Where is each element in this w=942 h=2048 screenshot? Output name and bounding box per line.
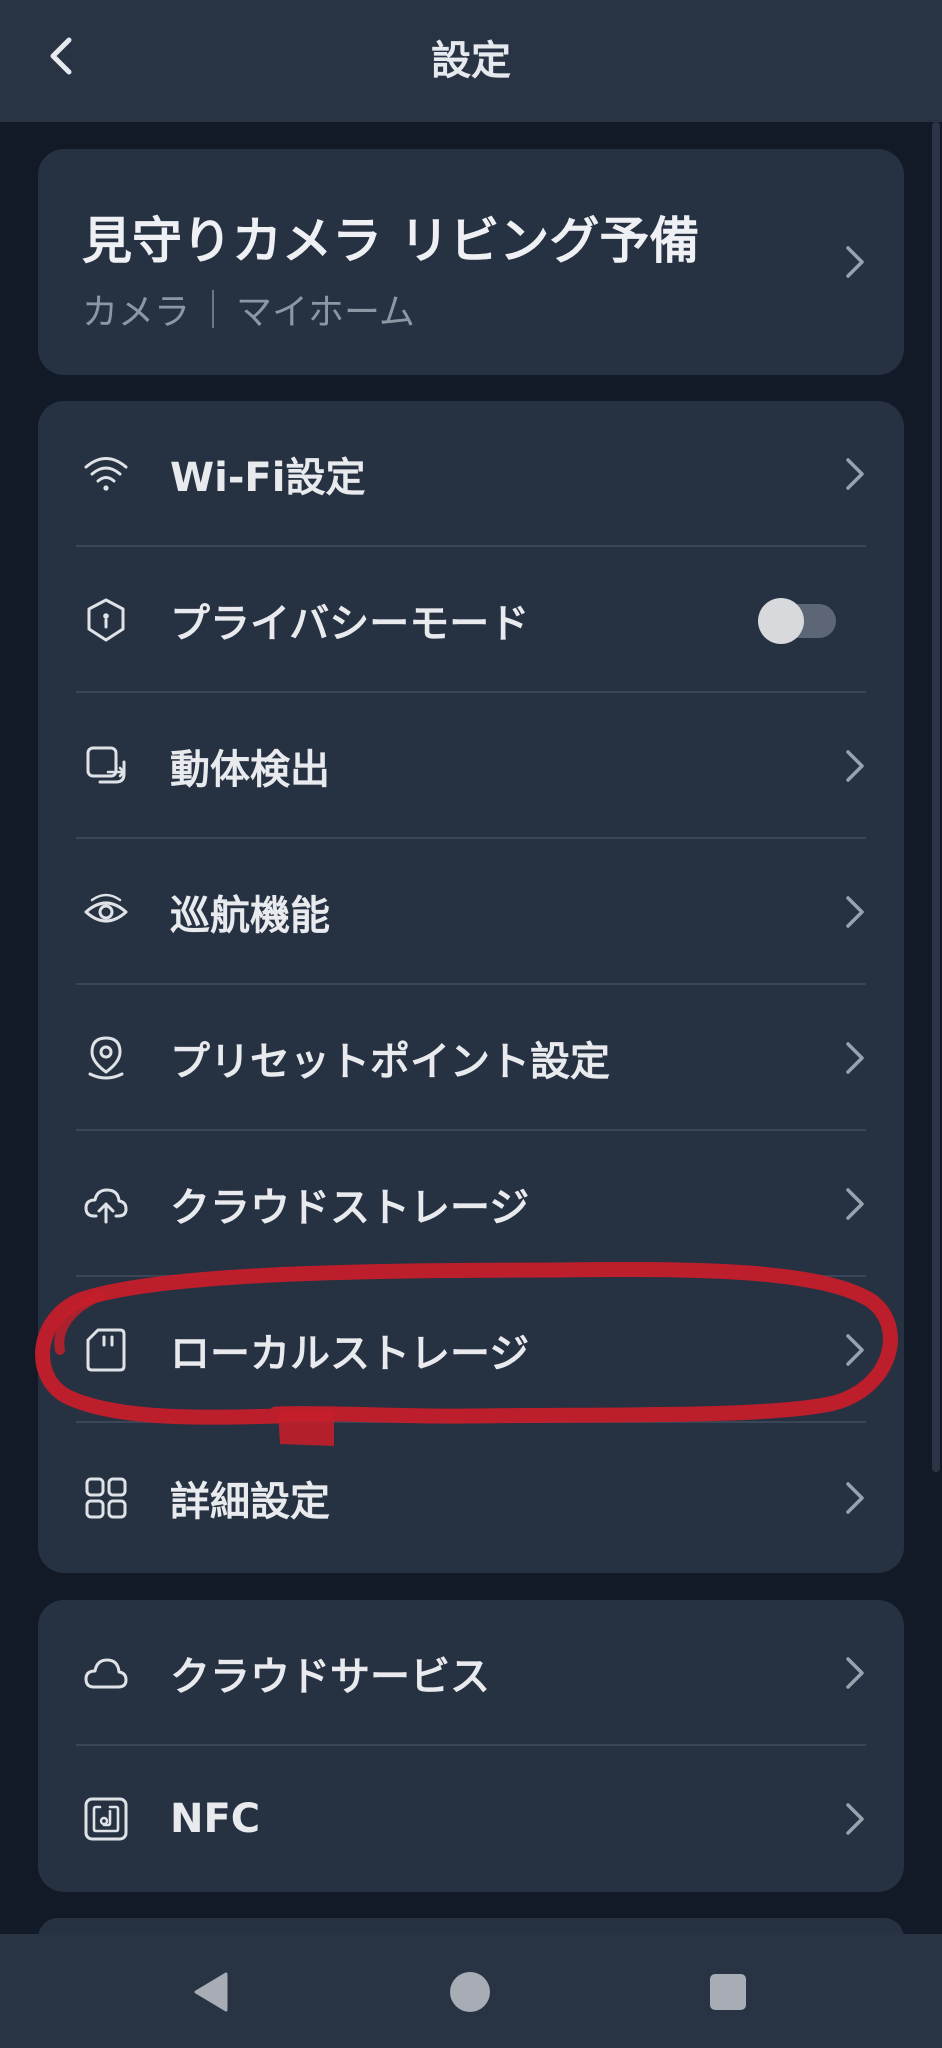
chevron-right-icon [846, 1482, 864, 1514]
menu-item-label: 詳細設定 [170, 1479, 330, 1525]
circle-home-icon [450, 1972, 490, 2012]
chevron-right-icon [846, 458, 864, 490]
chevron-right-icon [846, 246, 864, 278]
cloud-upload-icon [84, 1188, 128, 1224]
menu-item-label: 動体検出 [170, 747, 330, 793]
square-recents-icon [710, 1974, 746, 2010]
device-type: カメラ [82, 292, 191, 333]
menu-item-advanced-settings[interactable]: 詳細設定 [38, 1423, 904, 1573]
device-card[interactable]: 見守りカメラ リビング予備 カメラ マイホーム [38, 149, 904, 375]
motion-detect-icon [86, 746, 126, 784]
chevron-right-icon [846, 1334, 864, 1366]
menu-item-local-storage[interactable]: ローカルストレージ [38, 1277, 904, 1423]
menu-item-label: ローカルストレージ [170, 1331, 530, 1377]
wifi-icon [84, 457, 128, 491]
cloud-icon [84, 1658, 128, 1689]
patrol-eye-icon [84, 893, 128, 923]
menu-item-preset-points[interactable]: プリセットポイント設定 [38, 985, 904, 1131]
device-name: 見守りカメラ リビング予備 [82, 212, 700, 270]
page-title: 設定 [431, 38, 511, 84]
device-subtitle: カメラ マイホーム [82, 283, 415, 335]
menu-item-label: クラウドストレージ [170, 1185, 530, 1231]
shield-icon [87, 598, 125, 642]
menu-item-nfc[interactable]: NFC [38, 1746, 904, 1892]
scrollbar[interactable] [932, 122, 940, 1472]
menu-item-cloud-storage[interactable]: クラウドストレージ [38, 1131, 904, 1277]
nav-home-button[interactable] [440, 1962, 500, 2022]
triangle-back-icon [194, 1972, 228, 2012]
chevron-right-icon [846, 1803, 864, 1835]
sd-card-icon [86, 1328, 126, 1372]
grid-icon [85, 1477, 127, 1519]
menu-item-privacy-mode: プライバシーモード [38, 547, 904, 693]
chevron-right-icon [846, 1042, 864, 1074]
app-header: 設定 [0, 0, 942, 122]
nav-back-button[interactable] [182, 1962, 242, 2022]
menu-item-label: プライバシーモード [170, 601, 530, 647]
divider [212, 290, 215, 328]
menu-item-label: Wi-Fi設定 [170, 455, 366, 501]
location-pin-icon [88, 1036, 124, 1080]
toggle-knob [758, 598, 804, 644]
system-nav-bar [0, 1934, 942, 2048]
chevron-right-icon [846, 1188, 864, 1220]
settings-list-card: Wi-Fi設定 プライバシーモード 動体検出 巡航機能 プリセットポイント設定 … [38, 401, 904, 1573]
device-home: マイホーム [236, 292, 415, 333]
menu-item-cloud-service[interactable]: クラウドサービス [38, 1600, 904, 1746]
menu-item-patrol[interactable]: 巡航機能 [38, 839, 904, 985]
menu-item-label: 巡航機能 [170, 893, 330, 939]
privacy-mode-toggle[interactable] [758, 598, 836, 644]
menu-item-label: プリセットポイント設定 [170, 1039, 610, 1085]
chevron-right-icon [846, 750, 864, 782]
nfc-icon [84, 1797, 128, 1841]
menu-item-wifi[interactable]: Wi-Fi設定 [38, 401, 904, 547]
chevron-right-icon [846, 1657, 864, 1689]
chevron-right-icon [846, 896, 864, 928]
menu-item-label: NFC [170, 1796, 261, 1842]
menu-item-motion-detection[interactable]: 動体検出 [38, 693, 904, 839]
menu-item-label: クラウドサービス [170, 1654, 490, 1700]
services-card: クラウドサービス NFC [38, 1600, 904, 1892]
nav-recents-button[interactable] [698, 1962, 758, 2022]
